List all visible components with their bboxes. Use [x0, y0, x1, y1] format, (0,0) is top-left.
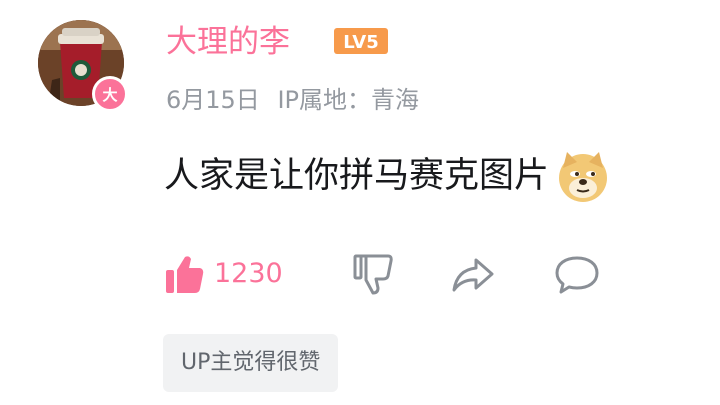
- thumbs-down-icon: [353, 254, 393, 295]
- dislike-button[interactable]: [350, 252, 396, 296]
- comment-text: 人家是让你拼马赛克图片: [164, 148, 611, 204]
- comment-actions: 1230: [164, 250, 664, 298]
- like-count: 1230: [214, 258, 283, 289]
- up-liked-tag: UP主觉得很赞: [163, 334, 339, 392]
- doge-icon: [555, 148, 611, 204]
- thumbs-up-icon: [166, 256, 204, 293]
- avatar-badge: 大: [92, 76, 128, 112]
- ip-location: IP属地：青海: [277, 86, 420, 114]
- comment-body: 人家是让你拼马赛克图片: [164, 156, 550, 196]
- comment-date: 6月15日: [166, 86, 260, 114]
- reply-button[interactable]: [554, 252, 600, 296]
- level-badge: LV5: [333, 27, 389, 55]
- comment-bubble-icon: [555, 256, 599, 294]
- username[interactable]: 大理的李: [166, 20, 290, 64]
- level-text: LV5: [343, 32, 378, 53]
- share-icon: [452, 258, 494, 292]
- comment-item: 大 大理的李 LV5 6月15日 IP属地：青海 人家是让你拼马赛克图片 123…: [0, 0, 720, 405]
- share-button[interactable]: [450, 252, 496, 296]
- comment-meta: 6月15日 IP属地：青海: [166, 83, 429, 117]
- like-button[interactable]: 1230: [164, 250, 283, 298]
